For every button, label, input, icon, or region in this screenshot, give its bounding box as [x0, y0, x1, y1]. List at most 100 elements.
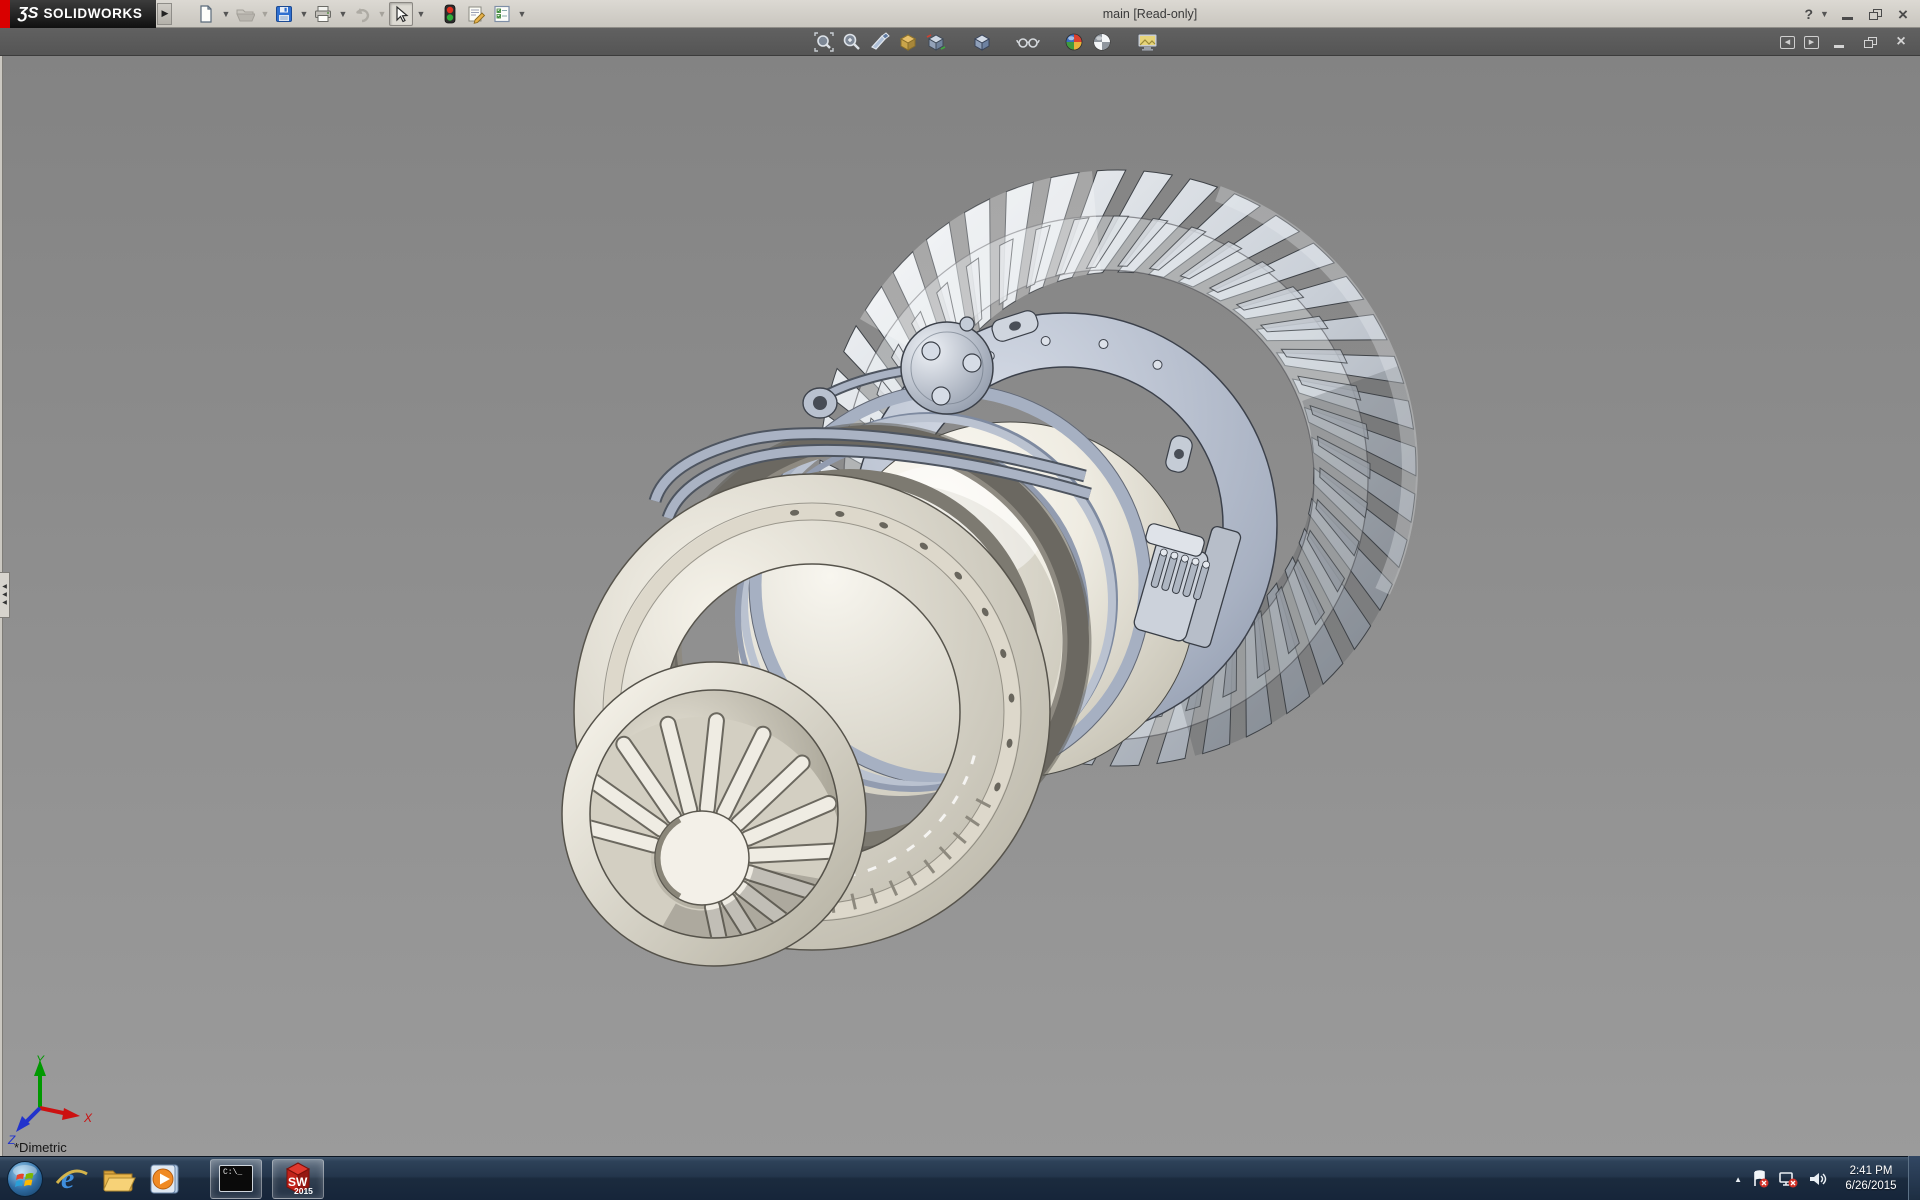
- action-center-flag-icon[interactable]: [1751, 1170, 1769, 1188]
- app-titlebar: ƷS SOLIDWORKS ▶ ▼ ▼ ▼ ▼ ▼ ▼ ▼ main [Read…: [0, 0, 1920, 28]
- graphics-viewport[interactable]: ◀ ◀ ◀ Y X Z *Dimetric: [0, 56, 1920, 1156]
- feature-panel-collapse-tab[interactable]: ◀ ◀ ◀: [0, 572, 10, 618]
- print-button[interactable]: [311, 2, 335, 26]
- expand-right-pane-button[interactable]: ▶: [1804, 35, 1819, 49]
- doc-restore-button[interactable]: [1859, 32, 1881, 52]
- solidworks-2015-icon: SW 2015: [285, 1161, 313, 1196]
- apply-scene-button[interactable]: [1090, 30, 1114, 54]
- window-controls: ? ▼ ×: [1804, 0, 1914, 28]
- folder-icon: [103, 1170, 136, 1191]
- view-orientation-button[interactable]: [896, 30, 920, 54]
- cone-hub: [654, 810, 750, 906]
- edit-appearance-button[interactable]: [1062, 30, 1086, 54]
- new-dropdown[interactable]: ▼: [220, 9, 231, 19]
- save-dropdown[interactable]: ▼: [298, 9, 309, 19]
- orientation-triad: Y X Z: [7, 1053, 93, 1147]
- new-document-icon: [200, 4, 213, 23]
- section-knife-icon: [871, 32, 890, 50]
- internet-explorer-icon: e: [55, 1162, 88, 1195]
- taskbar-item-command-prompt[interactable]: C:\_: [210, 1158, 262, 1199]
- checklist-icon: [494, 5, 511, 22]
- svg-text:2015: 2015: [294, 1186, 313, 1196]
- zoom-to-fit-button[interactable]: [812, 30, 836, 54]
- sheet-pencil-icon: [468, 6, 486, 24]
- media-player-icon: [150, 1164, 179, 1193]
- command-prompt-icon: C:\_: [219, 1165, 253, 1192]
- open-button[interactable]: [233, 2, 257, 26]
- window-title: main [Read-only]: [1102, 6, 1198, 21]
- select-dropdown[interactable]: ▼: [415, 9, 426, 19]
- hide-show-items-button[interactable]: [1016, 30, 1040, 54]
- collapse-arrow-icon: ◀: [2, 600, 7, 606]
- show-hidden-icons-button[interactable]: ▲: [1734, 1175, 1742, 1184]
- start-button[interactable]: [6, 1159, 44, 1199]
- windows-taskbar: e C:\_ SW 2015 ▲ 2:41 PM 6/26/2015: [0, 1156, 1920, 1200]
- x-axis-label: X: [83, 1111, 93, 1125]
- section-view-button[interactable]: [868, 30, 892, 54]
- new-button[interactable]: [194, 2, 218, 26]
- cursor-arrow-icon: [396, 5, 409, 22]
- rebuild-button[interactable]: [438, 2, 462, 26]
- x-axis-arrow: [62, 1108, 80, 1120]
- document-toolbar-strip: ◀ ▶ ×: [0, 28, 1920, 56]
- select-button[interactable]: [389, 1, 414, 26]
- display-style-cube-icon: [926, 34, 946, 51]
- minimize-button[interactable]: [1836, 4, 1858, 24]
- mount-pad-side: [1165, 435, 1193, 473]
- open-dropdown[interactable]: ▼: [259, 9, 270, 19]
- printer-icon: [315, 5, 332, 22]
- open-folder-icon: [236, 9, 256, 21]
- blue-cube-icon: [973, 34, 991, 51]
- taskbar-item-media-player[interactable]: [146, 1159, 182, 1199]
- clock-date: 6/26/2015: [1845, 1180, 1897, 1192]
- collapse-arrow-icon: ◀: [2, 584, 7, 590]
- desktop: ƷS SOLIDWORKS ▶ ▼ ▼ ▼ ▼ ▼ ▼ ▼ main [Read…: [0, 0, 1920, 1200]
- taskbar-item-internet-explorer[interactable]: e: [54, 1159, 90, 1199]
- doc-close-button[interactable]: ×: [1890, 32, 1912, 52]
- undo-arrow-icon: [356, 7, 370, 22]
- dassault-logo-mark: ƷS: [18, 4, 39, 22]
- zoom-to-area-button[interactable]: [840, 30, 864, 54]
- restore-button[interactable]: [1864, 4, 1886, 24]
- headsup-view-toolbar: [812, 30, 1160, 54]
- view-cube-button[interactable]: [970, 30, 994, 54]
- color-sphere-icon: [1065, 33, 1083, 51]
- solidworks-logo: ƷS SOLIDWORKS: [10, 0, 157, 28]
- checkered-sphere-icon: [1093, 33, 1111, 51]
- undo-dropdown[interactable]: ▼: [376, 9, 387, 19]
- file-properties-button[interactable]: [464, 2, 488, 26]
- print-dropdown[interactable]: ▼: [337, 9, 348, 19]
- view-orientation-label: *Dimetric: [14, 1140, 67, 1155]
- collapse-left-pane-button[interactable]: ◀: [1780, 35, 1795, 49]
- monitor-scene-icon: [1137, 33, 1158, 51]
- options-dropdown[interactable]: ▼: [516, 9, 527, 19]
- view-settings-button[interactable]: [1136, 30, 1160, 54]
- network-status-icon[interactable]: [1778, 1170, 1798, 1188]
- zoom-fit-icon: [814, 32, 834, 52]
- eyeglasses-icon: [1016, 38, 1040, 48]
- save-floppy-icon: [276, 5, 293, 22]
- doc-minimize-button[interactable]: [1828, 32, 1850, 52]
- taskbar-clock[interactable]: 2:41 PM 6/26/2015: [1836, 1164, 1906, 1194]
- save-button[interactable]: [272, 2, 296, 26]
- zoom-area-icon: [843, 33, 860, 50]
- engine-model: [561, 169, 1418, 967]
- taskbar-item-solidworks-2015[interactable]: SW 2015: [272, 1158, 324, 1199]
- orientation-box-icon: [899, 34, 917, 51]
- close-button[interactable]: ×: [1892, 4, 1914, 24]
- display-style-button[interactable]: [924, 30, 948, 54]
- menu-expand-arrow[interactable]: ▶: [157, 2, 173, 25]
- show-desktop-button[interactable]: [1908, 1156, 1920, 1200]
- traffic-light-icon: [445, 4, 456, 23]
- help-button[interactable]: ?: [1804, 6, 1813, 22]
- volume-icon[interactable]: [1807, 1170, 1827, 1188]
- help-dropdown[interactable]: ▼: [1819, 9, 1830, 19]
- clock-time: 2:41 PM: [1849, 1165, 1893, 1178]
- options-button[interactable]: [490, 2, 514, 26]
- taskbar-item-file-explorer[interactable]: [100, 1159, 136, 1199]
- collapse-arrow-icon: ◀: [2, 592, 7, 598]
- y-axis-label: Y: [36, 1053, 45, 1067]
- undo-button[interactable]: [350, 2, 374, 26]
- system-tray: ▲ 2:41 PM 6/26/2015: [1734, 1157, 1906, 1200]
- standard-toolbar: ▼ ▼ ▼ ▼ ▼ ▼ ▼: [194, 1, 527, 26]
